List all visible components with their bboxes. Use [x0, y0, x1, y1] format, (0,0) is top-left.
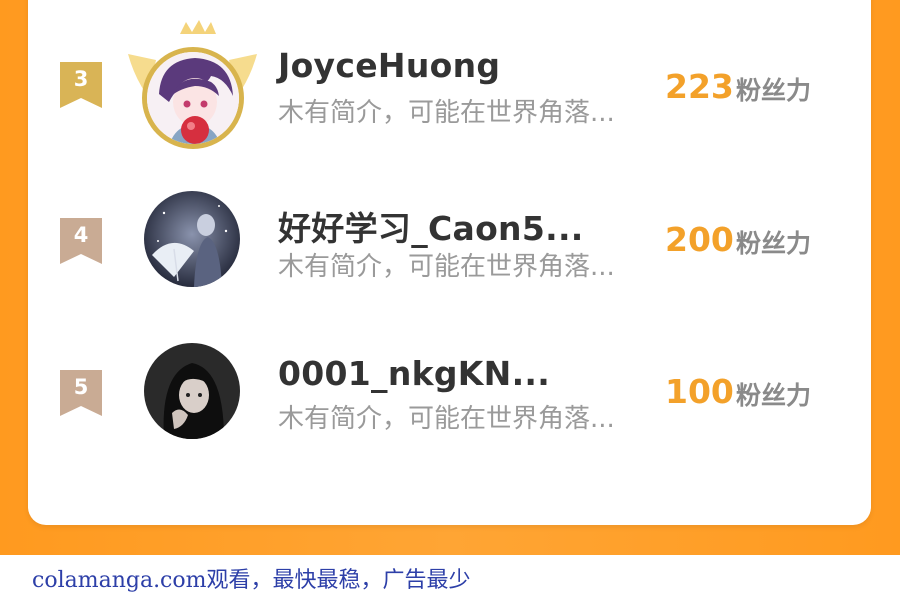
user-avatar[interactable]	[144, 191, 240, 287]
user-name[interactable]: JoyceHuong	[278, 46, 500, 85]
fan-power-label: 粉丝力	[736, 381, 812, 410]
leaderboard-row[interactable]: 4 好好学习_Caon5... 木有简介，可能在世界角落... 200 粉丝力	[28, 191, 871, 328]
user-bio: 木有简介，可能在世界角落...	[278, 404, 615, 434]
dark-portrait-avatar-icon	[144, 343, 240, 439]
user-avatar[interactable]	[144, 343, 240, 439]
rank-badge: 3	[60, 62, 102, 108]
rank-number: 5	[73, 375, 89, 399]
rank-badge: 4	[60, 218, 102, 264]
fan-power-value: 223	[665, 67, 734, 106]
leaderboard-row[interactable]: 5 0001_nkgKN... 木有简介，可能在世界角落... 100 粉丝力	[28, 343, 871, 480]
fan-power-label: 粉丝力	[736, 229, 812, 258]
leaderboard-card: 3 JoyceHuong 木有简介，可能在世界角落... 223 粉丝力 4 好…	[28, 0, 871, 525]
fan-power-value: 200	[665, 220, 734, 259]
rank-badge: 5	[60, 370, 102, 416]
user-avatar[interactable]	[142, 47, 244, 149]
rank-number: 4	[73, 223, 89, 247]
user-name[interactable]: 0001_nkgKN...	[278, 354, 550, 393]
fan-power-value: 100	[665, 372, 734, 411]
rank-number: 3	[73, 67, 89, 91]
user-bio: 木有简介，可能在世界角落...	[278, 252, 615, 282]
watermark-footer: colamanga.com观看，最快最稳，广告最少	[32, 568, 471, 593]
user-bio: 木有简介，可能在世界角落...	[278, 98, 615, 128]
user-name[interactable]: 好好学习_Caon5...	[278, 202, 584, 250]
fan-power-label: 粉丝力	[736, 76, 812, 105]
leaderboard-row[interactable]: 3 JoyceHuong 木有简介，可能在世界角落... 223 粉丝力	[28, 20, 871, 150]
anime-boy-avatar-icon	[147, 52, 239, 144]
night-umbrella-avatar-icon	[144, 191, 240, 287]
